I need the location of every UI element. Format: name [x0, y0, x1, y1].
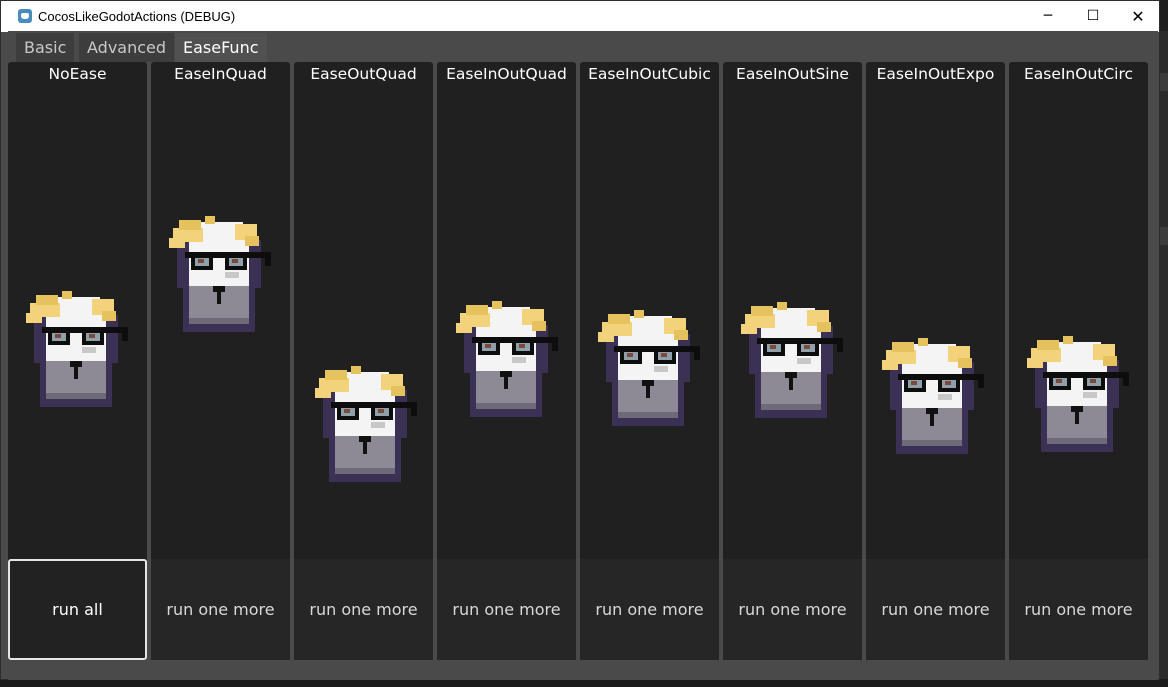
background-taskbar-edge [0, 679, 1168, 687]
title-bar[interactable]: CocosLikeGodotActions (DEBUG) ─ ☐ ✕ [1, 1, 1159, 32]
column-easeinoutcubic: EaseInOutCubic run one more [580, 62, 719, 660]
run-one-more-button[interactable]: run one more [866, 559, 1005, 660]
tab-advanced[interactable]: Advanced [79, 33, 175, 62]
column-easeinoutcirc: EaseInOutCirc run one more [1009, 62, 1148, 660]
column-title: EaseOutQuad [310, 65, 417, 83]
column-title: NoEase [48, 65, 107, 83]
character-sprite-icon [882, 338, 984, 454]
column-easeinquad: EaseInQuad run one more [151, 62, 290, 660]
column-easeinoutexpo: EaseInOutExpo run one more [866, 62, 1005, 660]
column-title: EaseInOutQuad [446, 65, 567, 83]
column-easeoutquad: EaseOutQuad run one more [294, 62, 433, 660]
close-button[interactable]: ✕ [1115, 1, 1161, 32]
column-easeinoutsine: EaseInOutSine run one more [723, 62, 862, 660]
column-noease: NoEase run all [8, 62, 147, 660]
window-bottom-margin [8, 660, 1158, 680]
column-easeinoutquad: EaseInOutQuad run one more [437, 62, 576, 660]
column-title: EaseInOutCirc [1023, 65, 1134, 83]
run-one-more-button[interactable]: run one more [294, 559, 433, 660]
column-title: EaseInOutCubic [588, 65, 711, 83]
run-one-more-button[interactable]: run one more [437, 559, 576, 660]
character-sprite-icon [456, 301, 558, 417]
minimize-button[interactable]: ─ [1025, 1, 1071, 32]
column-title: EaseInOutSine [736, 65, 849, 83]
run-one-more-button[interactable]: run one more [723, 559, 862, 660]
ease-columns-panel: NoEase run all EaseInQuad run one more E… [8, 62, 1158, 660]
window-title: CocosLikeGodotActions (DEBUG) [38, 9, 236, 24]
character-sprite-icon [741, 302, 843, 418]
column-title: EaseInQuad [174, 65, 267, 83]
character-sprite-icon [26, 291, 128, 407]
tab-basic[interactable]: Basic [16, 33, 75, 62]
tab-easefunc[interactable]: EaseFunc [175, 33, 267, 62]
run-one-more-button[interactable]: run one more [580, 559, 719, 660]
character-sprite-icon [169, 216, 271, 332]
character-sprite-icon [1027, 336, 1129, 452]
godot-app-icon [18, 9, 32, 23]
column-title: EaseInOutExpo [876, 65, 995, 83]
tab-bar: Basic Advanced EaseFunc [8, 31, 1158, 62]
background-window-fragment-right [1160, 31, 1168, 687]
run-one-more-button[interactable]: run one more [151, 559, 290, 660]
run-one-more-button[interactable]: run one more [1009, 559, 1148, 660]
run-all-button[interactable]: run all [8, 559, 147, 660]
maximize-button[interactable]: ☐ [1070, 1, 1116, 32]
character-sprite-icon [315, 366, 417, 482]
character-sprite-icon [598, 310, 700, 426]
